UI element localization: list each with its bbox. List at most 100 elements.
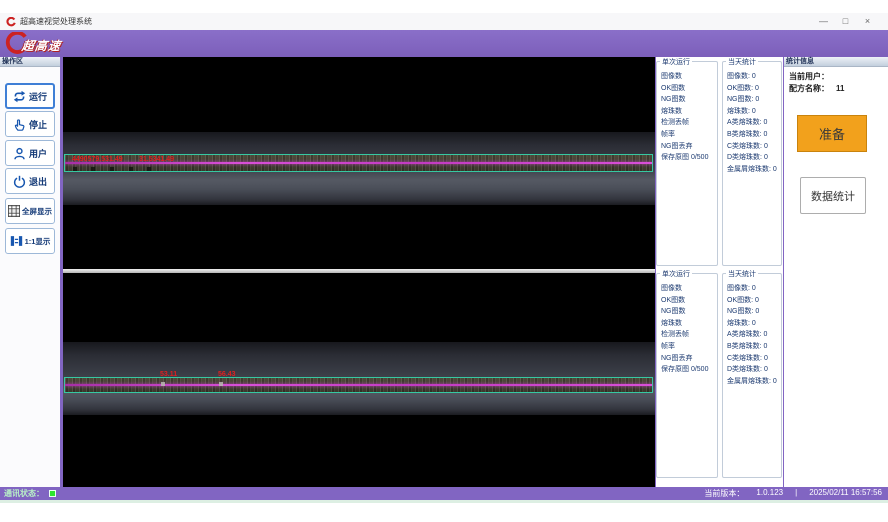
minimize-button[interactable]: — bbox=[817, 15, 830, 28]
stat-row: 检测丢帧 bbox=[661, 329, 716, 341]
main-content: 操作区 运行 停止 用户 退出 全屏显示 1:1显示 bbox=[0, 57, 888, 487]
window-title: 超高速视觉处理系统 bbox=[20, 16, 92, 27]
stat-row: 图像数: 0 bbox=[727, 283, 780, 295]
hand-stop-icon bbox=[13, 118, 26, 131]
groupbox-title: 单次运行 bbox=[660, 57, 692, 67]
brand-logo: 超高速 bbox=[5, 32, 103, 55]
current-user-label: 当前用户： bbox=[789, 71, 829, 82]
stat-row: 金属屑熔珠数: 0 bbox=[727, 376, 780, 388]
stop-button[interactable]: 停止 bbox=[5, 111, 55, 137]
stat-row: 保存原图 0/500 bbox=[661, 364, 716, 376]
camera-image-area: 4490579.531.49 31.5341.49 53.11 56.43 bbox=[63, 57, 655, 487]
fullscreen-button-label: 全屏显示 bbox=[22, 206, 52, 217]
user-button[interactable]: 用户 bbox=[5, 140, 55, 166]
status-bar: 通讯状态： 当前版本： 1.0.123 | 2025/02/11 16:57:5… bbox=[0, 487, 888, 500]
groupbox-title: 单次运行 bbox=[660, 269, 692, 279]
run-button[interactable]: 运行 bbox=[5, 83, 55, 109]
daily-stats-list: 图像数: 0OK图数: 0NG图数: 0熔珠数: 0A类熔珠数: 0B类熔珠数:… bbox=[727, 71, 780, 175]
inner-camera-view: 53.11 56.43 bbox=[63, 273, 655, 487]
stat-row: C类熔珠数: 0 bbox=[727, 353, 780, 365]
groupbox-title: 当天统计 bbox=[726, 269, 758, 279]
camera2-bead-roi-box bbox=[64, 377, 653, 393]
camera2-daily-stats-groupbox: 当天统计 图像数: 0OK图数: 0NG图数: 0熔珠数: 0A类熔珠数: 0B… bbox=[722, 273, 782, 478]
recipe-name-row: 配方名称： 11 bbox=[789, 83, 844, 94]
data-statistics-button[interactable]: 数据统计 bbox=[800, 177, 866, 214]
stat-row: 熔珠数: 0 bbox=[727, 318, 780, 330]
comm-status-label: 通讯状态： bbox=[4, 488, 44, 499]
single-run-stats-list: 图像数OK图数NG图数熔珠数检测丢帧帧率NG图丢弃保存原图 0/500 bbox=[661, 71, 716, 164]
stat-row: NG图丢弃 bbox=[661, 353, 716, 365]
stat-row: C类熔珠数: 0 bbox=[727, 141, 780, 153]
stat-row: B类熔珠数: 0 bbox=[727, 341, 780, 353]
close-button[interactable]: × bbox=[861, 15, 874, 28]
camera2-annotation: 53.11 bbox=[160, 371, 177, 378]
one-to-one-button[interactable]: 1:1显示 bbox=[5, 228, 55, 254]
datetime-value: 2025/02/11 16:57:56 bbox=[809, 488, 882, 499]
info-panel-caption: 统计信息 bbox=[784, 57, 888, 67]
camera1-single-run-groupbox: 单次运行 图像数OK图数NG图数熔珠数检测丢帧帧率NG图丢弃保存原图 0/500 bbox=[656, 61, 718, 266]
one-to-one-icon bbox=[10, 235, 23, 247]
outer-camera-view: 4490579.531.49 31.5341.49 bbox=[63, 57, 655, 269]
stat-row: 帧率 bbox=[661, 129, 716, 141]
stat-row: OK图数: 0 bbox=[727, 83, 780, 95]
camera2-single-run-groupbox: 单次运行 图像数OK图数NG图数熔珠数检测丢帧帧率NG图丢弃保存原图 0/500 bbox=[656, 273, 718, 478]
recipe-name-label: 配方名称： bbox=[789, 84, 829, 93]
ready-button[interactable]: 准备 bbox=[797, 115, 867, 152]
stat-row: NG图数 bbox=[661, 306, 716, 318]
stat-row: 帧率 bbox=[661, 341, 716, 353]
window-titlebar: 超高速视觉处理系统 — □ × bbox=[0, 13, 888, 30]
single-run-stats-list: 图像数OK图数NG图数熔珠数检测丢帧帧率NG图丢弃保存原图 0/500 bbox=[661, 283, 716, 376]
exit-button-label: 退出 bbox=[29, 175, 47, 188]
camera2-feature-mark bbox=[161, 382, 165, 386]
stat-row: B类熔珠数: 0 bbox=[727, 129, 780, 141]
stat-row: 检测丢帧 bbox=[661, 117, 716, 129]
camera2-annotation: 56.43 bbox=[218, 371, 236, 378]
stat-row: D类熔珠数: 0 bbox=[727, 152, 780, 164]
version-value: 1.0.123 bbox=[756, 488, 783, 499]
recipe-name-value: 11 bbox=[836, 84, 844, 93]
stat-row: 熔珠数 bbox=[661, 106, 716, 118]
stat-row: 熔珠数: 0 bbox=[727, 106, 780, 118]
camera2-feature-mark bbox=[219, 382, 223, 386]
camera1-feature-mark bbox=[129, 167, 133, 171]
daily-stats-list: 图像数: 0OK图数: 0NG图数: 0熔珠数: 0A类熔珠数: 0B类熔珠数:… bbox=[727, 283, 780, 387]
camera1-feature-mark bbox=[147, 167, 151, 171]
stat-row: NG图数 bbox=[661, 94, 716, 106]
one-to-one-button-label: 1:1显示 bbox=[25, 236, 51, 247]
stat-row: 熔珠数 bbox=[661, 318, 716, 330]
stat-row: 图像数 bbox=[661, 71, 716, 83]
stat-row: NG图数: 0 bbox=[727, 94, 780, 106]
run-button-label: 运行 bbox=[29, 90, 47, 103]
operation-sidebar: 操作区 运行 停止 用户 退出 全屏显示 1:1显示 bbox=[0, 57, 60, 487]
sidebar-caption: 操作区 bbox=[0, 57, 60, 67]
status-right-group: 当前版本： 1.0.123 | 2025/02/11 16:57:56 bbox=[704, 488, 882, 499]
camera1-feature-mark bbox=[110, 167, 114, 171]
maximize-button[interactable]: □ bbox=[839, 15, 852, 28]
status-separator: | bbox=[795, 488, 797, 499]
stat-row: OK图数 bbox=[661, 295, 716, 307]
user-button-label: 用户 bbox=[29, 147, 47, 160]
camera1-annotation: 31.5341.49 bbox=[139, 156, 174, 163]
brand-logo-text: 超高速 bbox=[21, 37, 62, 54]
stat-row: 保存原图 0/500 bbox=[661, 152, 716, 164]
stat-row: A类熔珠数: 0 bbox=[727, 117, 780, 129]
stat-row: 图像数: 0 bbox=[727, 71, 780, 83]
grid-fullscreen-icon bbox=[8, 205, 20, 217]
fullscreen-button[interactable]: 全屏显示 bbox=[5, 198, 55, 224]
exit-button[interactable]: 退出 bbox=[5, 168, 55, 194]
app-header: 超高速 IVision视觉处理系统 熔珠端面检测 配方 设置 外侧相机 内侧相机… bbox=[0, 30, 888, 57]
comm-status-indicator bbox=[49, 490, 56, 497]
run-sync-icon bbox=[13, 90, 26, 103]
stats-area: 单次运行 图像数OK图数NG图数熔珠数检测丢帧帧率NG图丢弃保存原图 0/500… bbox=[656, 57, 783, 487]
stat-row: NG图数: 0 bbox=[727, 306, 780, 318]
stop-button-label: 停止 bbox=[29, 118, 47, 131]
stat-row: OK图数 bbox=[661, 83, 716, 95]
statistics-info-panel: 统计信息 当前用户： 配方名称： 11 准备 数据统计 bbox=[784, 57, 888, 487]
stat-row: A类熔珠数: 0 bbox=[727, 329, 780, 341]
bottom-accent-strip bbox=[0, 500, 888, 503]
user-icon bbox=[13, 147, 26, 160]
stat-row: D类熔珠数: 0 bbox=[727, 364, 780, 376]
camera1-feature-mark bbox=[91, 167, 95, 171]
stat-row: NG图丢弃 bbox=[661, 141, 716, 153]
power-icon bbox=[13, 175, 26, 188]
